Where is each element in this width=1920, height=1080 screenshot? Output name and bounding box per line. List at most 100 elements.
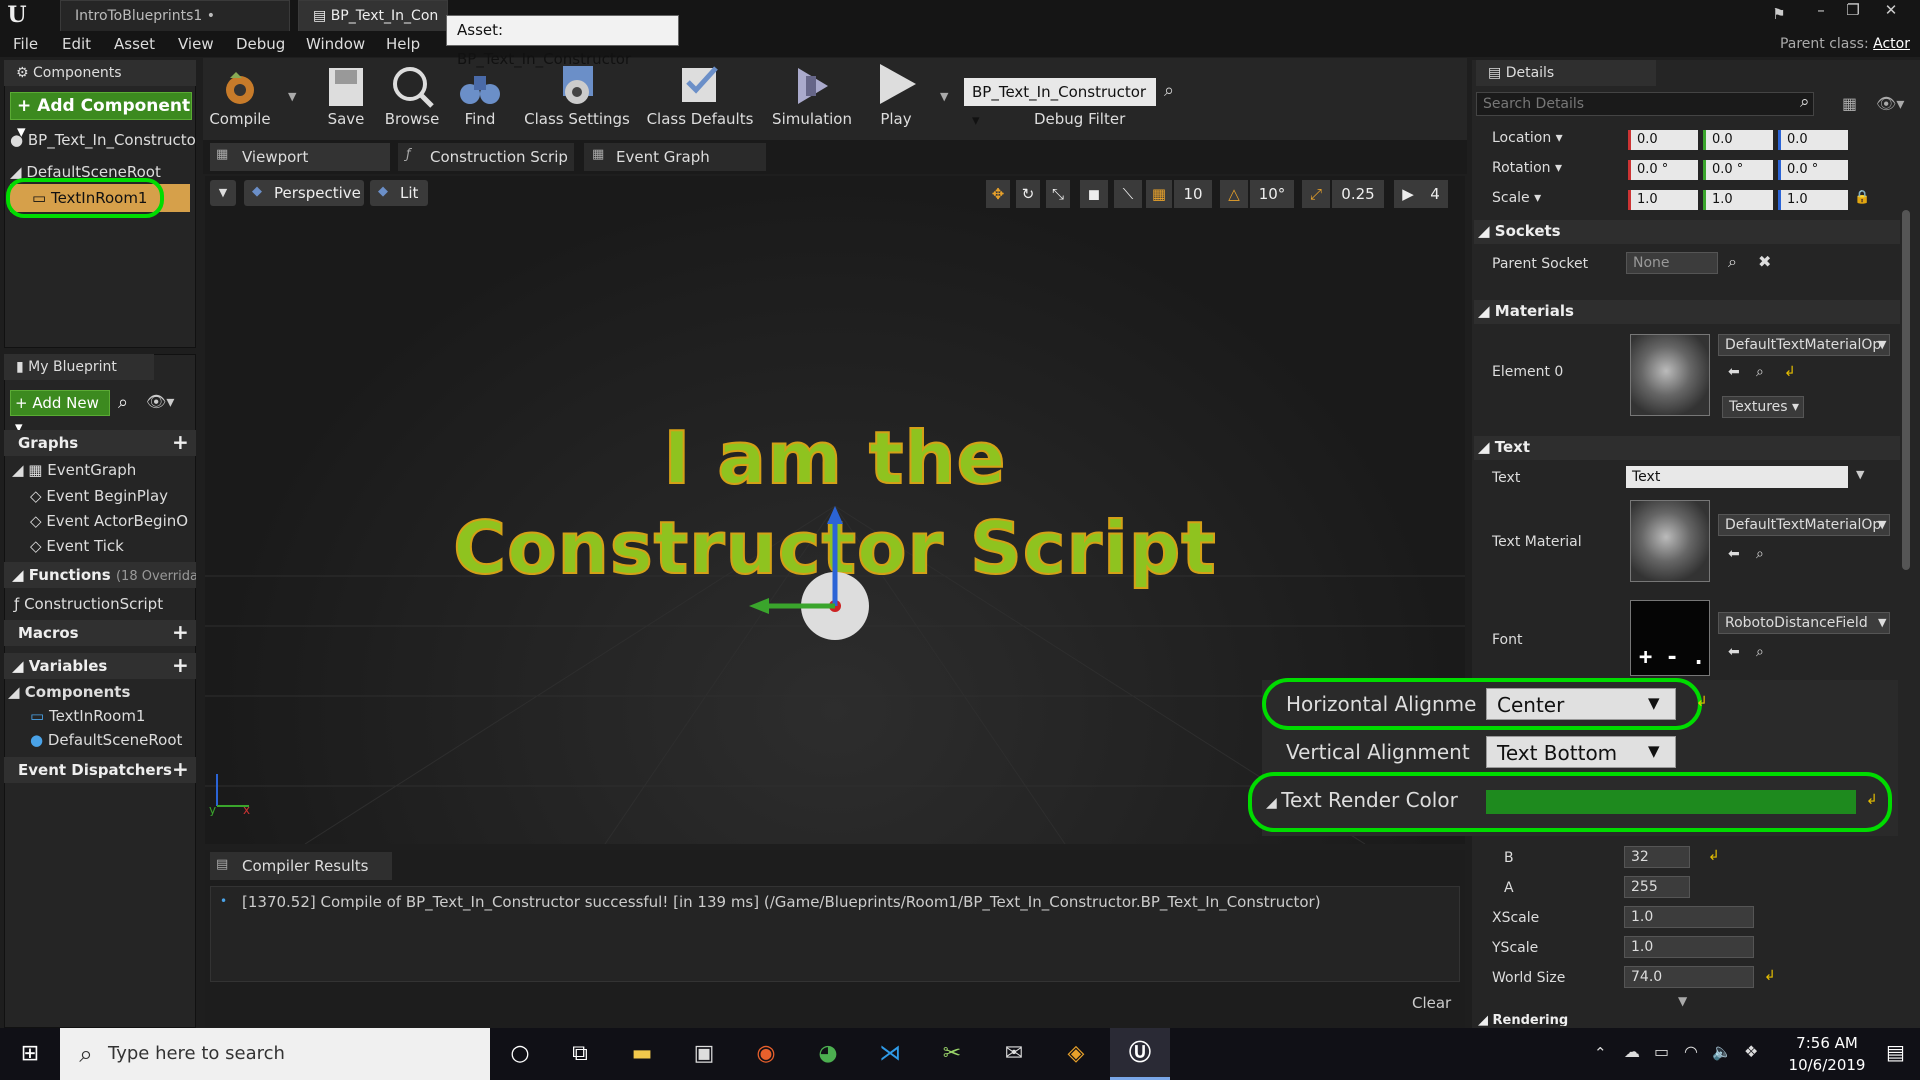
construction-script-item[interactable]: ƒ ConstructionScript (14, 592, 163, 616)
add-macro-icon[interactable]: + (172, 622, 189, 642)
event-item[interactable]: ◇ Event ActorBeginO (30, 509, 190, 533)
text-material-select[interactable]: DefaultTextMaterialOp (1718, 514, 1890, 536)
world-local-icon[interactable]: ◼ (1080, 180, 1108, 208)
rotation-label[interactable]: Rotation ▾ (1492, 160, 1562, 176)
rotation-snap-value[interactable]: 10° (1250, 180, 1294, 208)
macros-section[interactable]: Macros + (4, 620, 196, 646)
class-defaults-button[interactable]: Class Defaults (644, 60, 756, 134)
tray-chevron-icon[interactable]: ⌃ (1594, 1044, 1607, 1062)
dropbox-icon[interactable]: ❖ (1744, 1042, 1758, 1061)
component-textinroom1[interactable]: ▭ TextInRoom1 (32, 186, 147, 210)
tab-event-graph[interactable]: Event Graph (584, 143, 766, 171)
font-select[interactable]: RobotoDistanceField (1718, 612, 1890, 634)
text-material-thumbnail[interactable] (1630, 500, 1710, 582)
close-button[interactable]: ✕ (1876, 0, 1906, 22)
scale-z-field[interactable]: 1.0 (1778, 190, 1848, 210)
compile-options-arrow-icon[interactable]: ▼ (288, 90, 296, 103)
location-z-field[interactable]: 0.0 (1778, 130, 1848, 150)
snipping-tool-icon[interactable]: ✂ (938, 1040, 966, 1068)
clock-time[interactable]: 7:56 AM (1782, 1034, 1872, 1052)
reset-arrow-icon[interactable]: ↲ (1866, 792, 1878, 808)
menu-view[interactable]: View (178, 35, 214, 53)
tab-viewport[interactable]: Viewport (210, 143, 390, 171)
browse-asset-icon[interactable]: ⌕ (1756, 644, 1764, 660)
window-tab-blueprint[interactable]: ▤ BP_Text_In_Con (298, 0, 448, 31)
debug-search-icon[interactable]: ⌕ (1164, 80, 1174, 101)
add-variable-icon[interactable]: + (172, 655, 189, 675)
add-component-button[interactable]: + Add Component ▾ (10, 92, 192, 142)
scale-x-field[interactable]: 1.0 (1628, 190, 1698, 210)
unreal-logo-icon[interactable]: U (2, 2, 32, 30)
translate-tool-icon[interactable]: ✥ (986, 180, 1010, 208)
event-item[interactable]: ◇ Event Tick (30, 534, 124, 558)
browse-asset-icon[interactable]: ⌕ (1756, 546, 1764, 562)
camera-speed-value[interactable]: 4 (1422, 180, 1448, 208)
yscale-field[interactable]: 1.0 (1624, 936, 1754, 958)
socket-search-icon[interactable]: ⌕ (1728, 252, 1737, 272)
browse-asset-icon[interactable]: ⌕ (1756, 364, 1764, 380)
eye-icon[interactable]: 👁▾ (146, 392, 174, 411)
grid-snap-value[interactable]: 10 (1174, 180, 1212, 208)
clear-socket-icon[interactable]: ✖ (1758, 252, 1771, 271)
rotation-snap-icon[interactable]: △ (1220, 180, 1248, 208)
add-new-button[interactable]: + Add New ▾ (10, 390, 110, 436)
perspective-button[interactable]: Perspective (244, 180, 364, 206)
use-selected-icon[interactable]: ⬅ (1728, 364, 1740, 380)
rotation-z-field[interactable]: 0.0 ° (1778, 160, 1848, 180)
var-components-group[interactable]: ◢ Components (8, 680, 130, 704)
event-item[interactable]: ◇ Event BeginPlay (30, 484, 168, 508)
simulation-button[interactable]: Simulation (770, 60, 854, 134)
material-thumbnail[interactable] (1630, 334, 1710, 416)
materials-section[interactable]: ◢ Materials (1478, 302, 1574, 320)
ubuntu-icon[interactable]: ◉ (752, 1040, 780, 1068)
reset-arrow-icon[interactable]: ↲ (1764, 968, 1776, 984)
parent-class-link[interactable]: Actor (1873, 36, 1910, 52)
text-render-color-swatch[interactable] (1486, 790, 1856, 814)
menu-asset[interactable]: Asset (114, 35, 155, 53)
volume-icon[interactable]: 🔈 (1712, 1042, 1732, 1061)
text-value-field[interactable]: Text (1626, 466, 1848, 488)
chrome-icon[interactable]: ◕ (814, 1040, 842, 1068)
variables-section[interactable]: ◢ Variables + (4, 653, 196, 679)
task-view-icon[interactable]: ⧉ (566, 1040, 594, 1068)
functions-section[interactable]: ◢ Functions (18 Overrida (4, 562, 196, 588)
scale-snap-icon[interactable]: ⤢ (1302, 180, 1330, 208)
compile-button[interactable]: Compile (208, 60, 272, 134)
parent-socket-field[interactable]: None (1626, 252, 1718, 274)
file-explorer-icon[interactable]: ▬ (628, 1040, 656, 1068)
variable-item[interactable]: ● DefaultSceneRoot (30, 728, 182, 752)
browse-button[interactable]: Browse (380, 60, 444, 134)
details-scrollbar[interactable] (1902, 210, 1910, 570)
menu-window[interactable]: Window (306, 35, 365, 53)
rotation-x-field[interactable]: 0.0 ° (1628, 160, 1698, 180)
variable-item[interactable]: ▭ TextInRoom1 (30, 704, 145, 728)
event-dispatchers-section[interactable]: Event Dispatchers + (4, 757, 196, 783)
eye-icon[interactable]: 👁▾ (1876, 94, 1904, 113)
component-root-item[interactable]: ● BP_Text_In_Constructo (10, 128, 196, 152)
text-options-arrow-icon[interactable]: ▼ (1856, 468, 1864, 481)
text-section[interactable]: ◢ Text (1478, 438, 1530, 456)
menu-file[interactable]: File (13, 35, 38, 53)
menu-help[interactable]: Help (386, 35, 420, 53)
battery-icon[interactable]: ▭ (1654, 1042, 1669, 1061)
b-value-field[interactable]: 32 (1624, 846, 1690, 868)
compiler-results-tab[interactable]: Compiler Results (210, 852, 392, 880)
xscale-field[interactable]: 1.0 (1624, 906, 1754, 928)
play-options-arrow-icon[interactable]: ▼ (940, 90, 948, 103)
transform-gizmo-icon[interactable] (745, 506, 885, 656)
notifications-icon[interactable]: ▤ (1886, 1040, 1905, 1064)
event-graph-item[interactable]: ◢ ▦ EventGraph (12, 458, 136, 482)
menu-edit[interactable]: Edit (62, 35, 91, 53)
scale-y-field[interactable]: 1.0 (1703, 190, 1773, 210)
add-dispatcher-icon[interactable]: + (172, 759, 189, 779)
add-graph-icon[interactable]: + (172, 432, 189, 452)
reset-arrow-icon[interactable]: ↲ (1784, 364, 1796, 380)
grid-view-icon[interactable]: ▦ (1842, 94, 1857, 113)
rendering-section[interactable]: ◢ Rendering (1478, 1012, 1568, 1026)
grid-snap-icon[interactable]: ▦ (1146, 180, 1172, 208)
play-button[interactable]: Play (864, 60, 928, 134)
rotate-tool-icon[interactable]: ↻ (1016, 180, 1040, 208)
window-tab-project[interactable]: IntroToBlueprints1 • (60, 0, 290, 31)
menu-debug[interactable]: Debug (236, 35, 285, 53)
store-icon[interactable]: ▣ (690, 1040, 718, 1068)
